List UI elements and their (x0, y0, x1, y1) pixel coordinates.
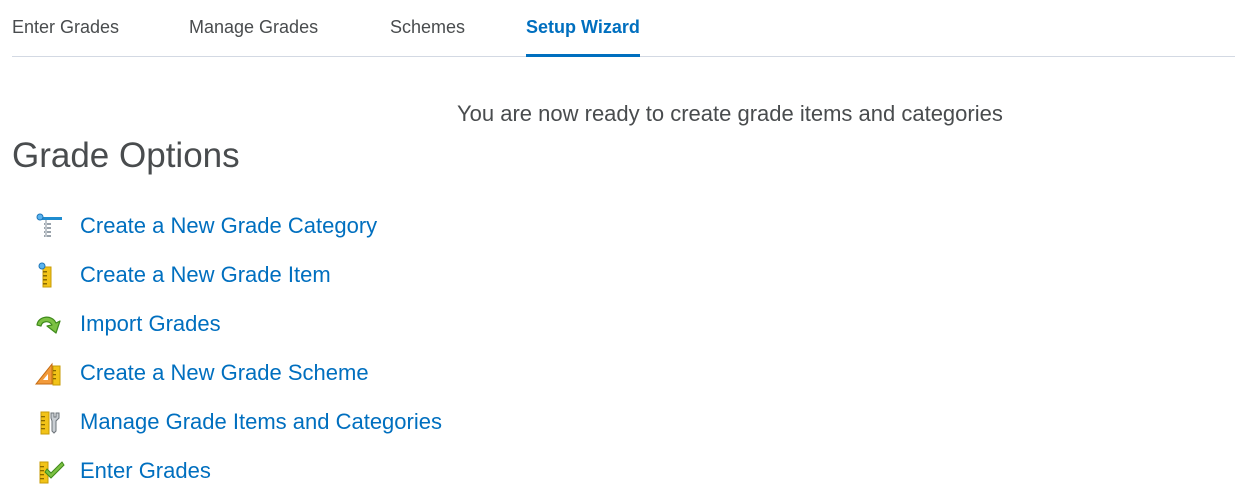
option-label: Create a New Grade Category (80, 212, 378, 238)
page-title: Grade Options (12, 136, 240, 175)
grade-options-list: Create a New Grade Category Create a New… (34, 201, 442, 495)
import-arrow-icon (34, 311, 68, 337)
tab-bar: Enter Grades Manage Grades Schemes Setup… (12, 0, 1235, 57)
option-label: Create a New Grade Scheme (80, 359, 369, 385)
create-grade-scheme-link[interactable]: Create a New Grade Scheme (34, 348, 442, 397)
enter-grades-link[interactable]: Enter Grades (34, 446, 442, 495)
tab-schemes[interactable]: Schemes (390, 0, 465, 57)
manage-grades-icon (34, 409, 68, 435)
option-label: Import Grades (80, 310, 221, 336)
tab-enter-grades[interactable]: Enter Grades (12, 0, 119, 57)
ready-message: You are now ready to create grade items … (457, 101, 1003, 126)
option-label: Create a New Grade Item (80, 261, 331, 287)
create-grade-category-link[interactable]: Create a New Grade Category (34, 201, 442, 250)
manage-grade-items-link[interactable]: Manage Grade Items and Categories (34, 397, 442, 446)
tab-manage-grades[interactable]: Manage Grades (189, 0, 318, 57)
create-grade-item-link[interactable]: Create a New Grade Item (34, 250, 442, 299)
option-label: Manage Grade Items and Categories (80, 408, 442, 434)
grade-item-icon (34, 262, 68, 288)
import-grades-link[interactable]: Import Grades (34, 299, 442, 348)
enter-grades-icon (34, 458, 68, 484)
tab-setup-wizard[interactable]: Setup Wizard (526, 0, 640, 57)
option-label: Enter Grades (80, 457, 211, 483)
grade-category-icon (34, 213, 68, 239)
grade-scheme-icon (34, 360, 68, 386)
